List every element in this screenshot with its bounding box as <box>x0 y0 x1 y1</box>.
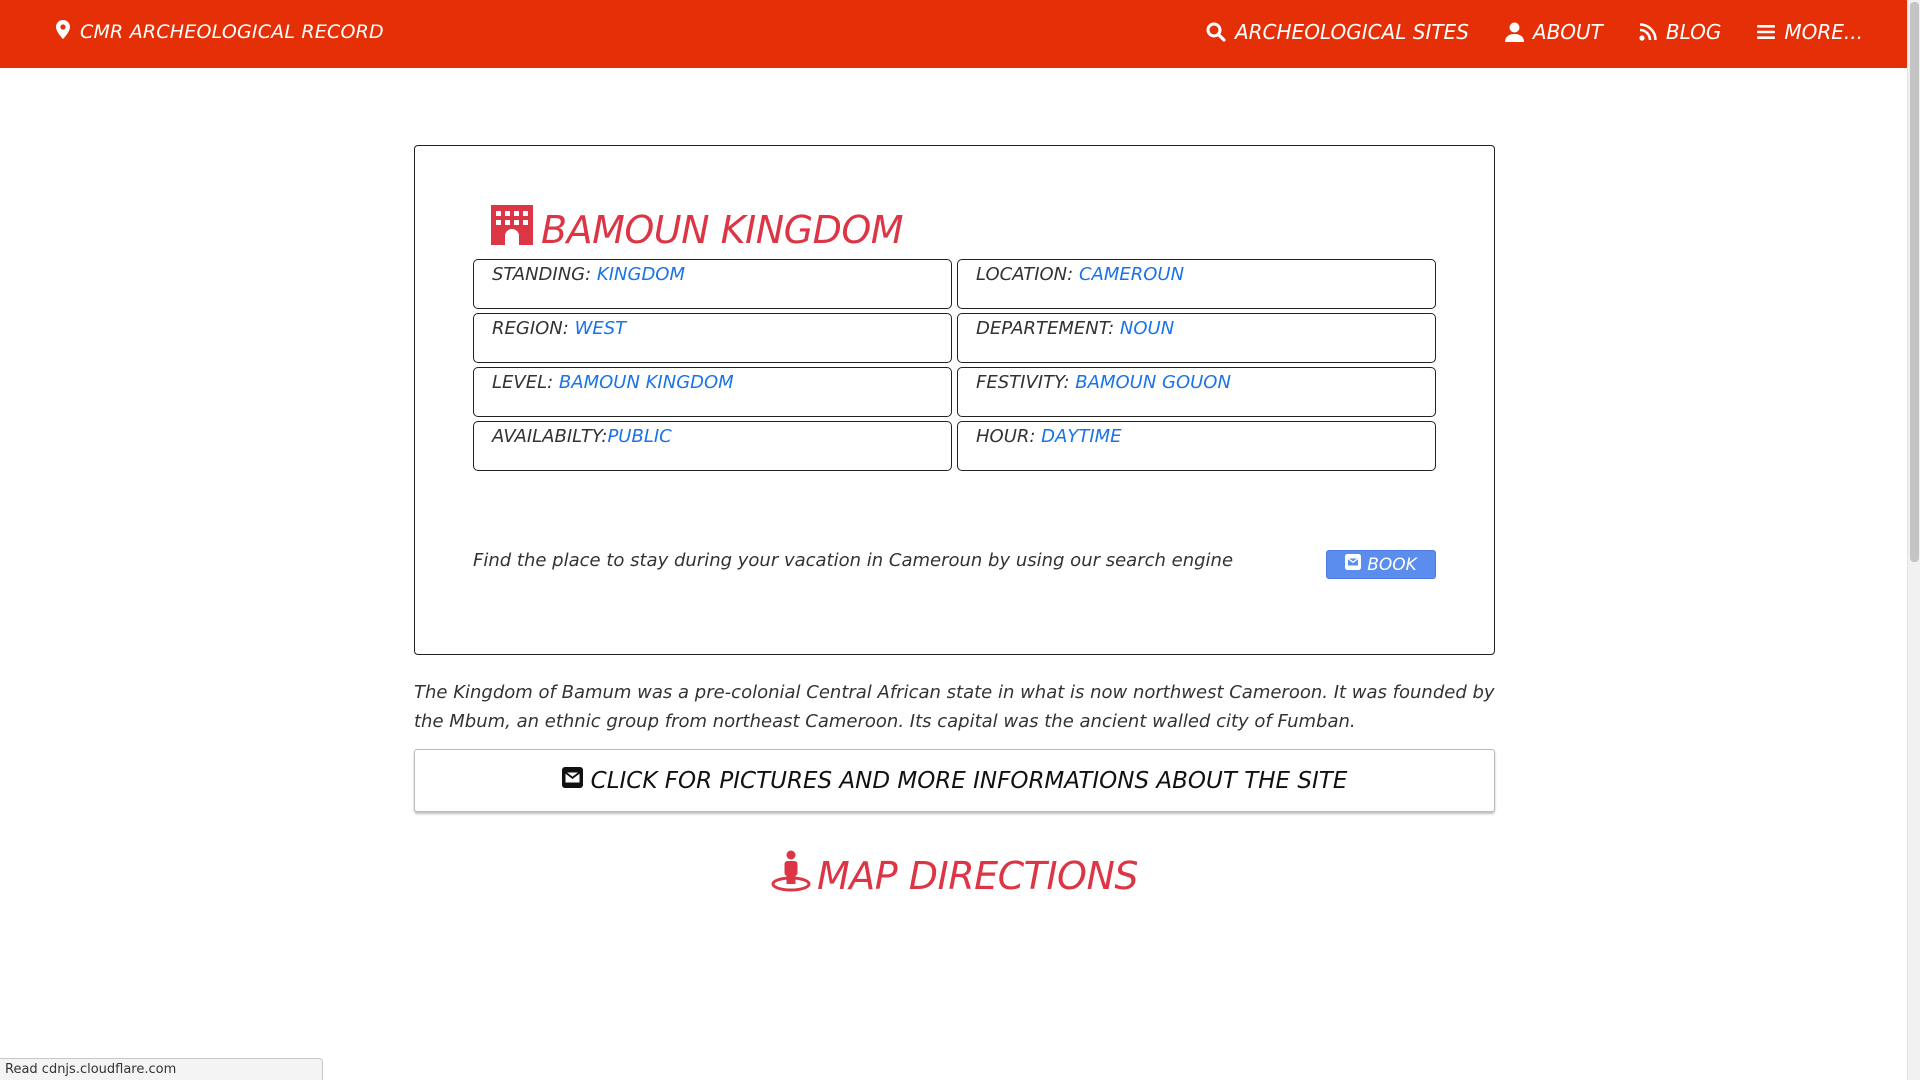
field-standing: STANDING: KINGDOM <box>473 259 952 309</box>
site-title: BAMOUN KINGDOM <box>491 205 904 254</box>
field-value: PUBLIC <box>607 426 672 447</box>
user-icon <box>1504 22 1524 42</box>
field-label: DEPARTEMENT: <box>976 318 1120 339</box>
field-region: REGION: WEST <box>473 313 952 363</box>
nav-more[interactable]: MORE... <box>1757 20 1863 44</box>
page-scrollbar[interactable] <box>1907 0 1920 1080</box>
field-label: HOUR: <box>976 426 1042 447</box>
field-festivity: FESTIVITY: BAMOUN GOUON <box>957 367 1436 417</box>
scrollbar-thumb[interactable] <box>1910 2 1919 562</box>
nav-links: ARCHEOLOGICAL SITES ABOUT BLOG MORE... <box>1206 20 1863 44</box>
site-title-text: BAMOUN KINGDOM <box>541 207 904 252</box>
building-icon <box>491 205 533 254</box>
nav-archeological-sites[interactable]: ARCHEOLOGICAL SITES <box>1206 20 1469 44</box>
main-content: BAMOUN KINGDOM STANDING: KINGDOM LOCATIO… <box>414 145 1495 901</box>
book-button[interactable]: BOOK <box>1326 550 1436 579</box>
field-location: LOCATION: CAMEROUN <box>957 259 1436 309</box>
map-directions-heading: MAP DIRECTIONS <box>414 850 1495 901</box>
field-label: REGION: <box>492 318 575 339</box>
field-label: AVAILABILTY: <box>492 426 608 447</box>
more-info-button[interactable]: CLICK FOR PICTURES AND MORE INFORMATIONS… <box>414 749 1495 812</box>
field-value: KINGDOM <box>596 264 686 285</box>
field-value: DAYTIME <box>1041 426 1122 447</box>
browser-viewport: CMR ARCHEOLOGICAL RECORD ARCHEOLOGICAL S… <box>0 0 1920 1080</box>
promo-text: Find the place to stay during your vacat… <box>473 550 1234 571</box>
field-value: CAMEROUN <box>1078 264 1185 285</box>
field-value: NOUN <box>1119 318 1175 339</box>
rss-icon <box>1639 23 1657 41</box>
nav-label: ABOUT <box>1532 20 1603 44</box>
site-description: The Kingdom of Bamum was a pre-colonial … <box>414 682 1495 732</box>
site-info-card: BAMOUN KINGDOM STANDING: KINGDOM LOCATIO… <box>414 145 1495 655</box>
nav-label: BLOG <box>1665 20 1722 44</box>
top-navbar: CMR ARCHEOLOGICAL RECORD ARCHEOLOGICAL S… <box>0 0 1907 68</box>
map-heading-text: MAP DIRECTIONS <box>816 853 1139 898</box>
field-departement: DEPARTEMENT: NOUN <box>957 313 1436 363</box>
site-info-grid: STANDING: KINGDOM LOCATION: CAMEROUN REG… <box>473 259 1436 471</box>
field-value: BAMOUN GOUON <box>1075 372 1231 393</box>
field-level: LEVEL: BAMOUN KINGDOM <box>473 367 952 417</box>
field-label: LOCATION: <box>976 264 1079 285</box>
search-icon <box>1206 22 1226 42</box>
field-value: WEST <box>574 318 627 339</box>
nav-about[interactable]: ABOUT <box>1504 20 1603 44</box>
nav-label: ARCHEOLOGICAL SITES <box>1234 20 1469 44</box>
field-hour: HOUR: DAYTIME <box>957 421 1436 471</box>
field-value: BAMOUN KINGDOM <box>558 372 734 393</box>
nav-blog[interactable]: BLOG <box>1639 20 1722 44</box>
map-marker-icon <box>56 20 70 44</box>
bars-icon <box>1757 24 1776 40</box>
field-availability: AVAILABILTY:PUBLIC <box>473 421 952 471</box>
field-label: FESTIVITY: <box>976 372 1076 393</box>
envelope-square-icon <box>561 767 583 794</box>
field-label: LEVEL: <box>492 372 559 393</box>
nav-label: MORE... <box>1784 20 1863 44</box>
street-view-icon <box>771 850 811 901</box>
envelope-square-icon <box>1345 554 1362 575</box>
brand-label: CMR ARCHEOLOGICAL RECORD <box>80 21 384 43</box>
book-label: BOOK <box>1367 554 1417 575</box>
field-label: STANDING: <box>492 264 597 285</box>
more-info-label: CLICK FOR PICTURES AND MORE INFORMATIONS… <box>590 767 1348 794</box>
browser-status-bar: Read cdnjs.cloudflare.com <box>0 1058 323 1080</box>
brand-link[interactable]: CMR ARCHEOLOGICAL RECORD <box>56 20 384 44</box>
